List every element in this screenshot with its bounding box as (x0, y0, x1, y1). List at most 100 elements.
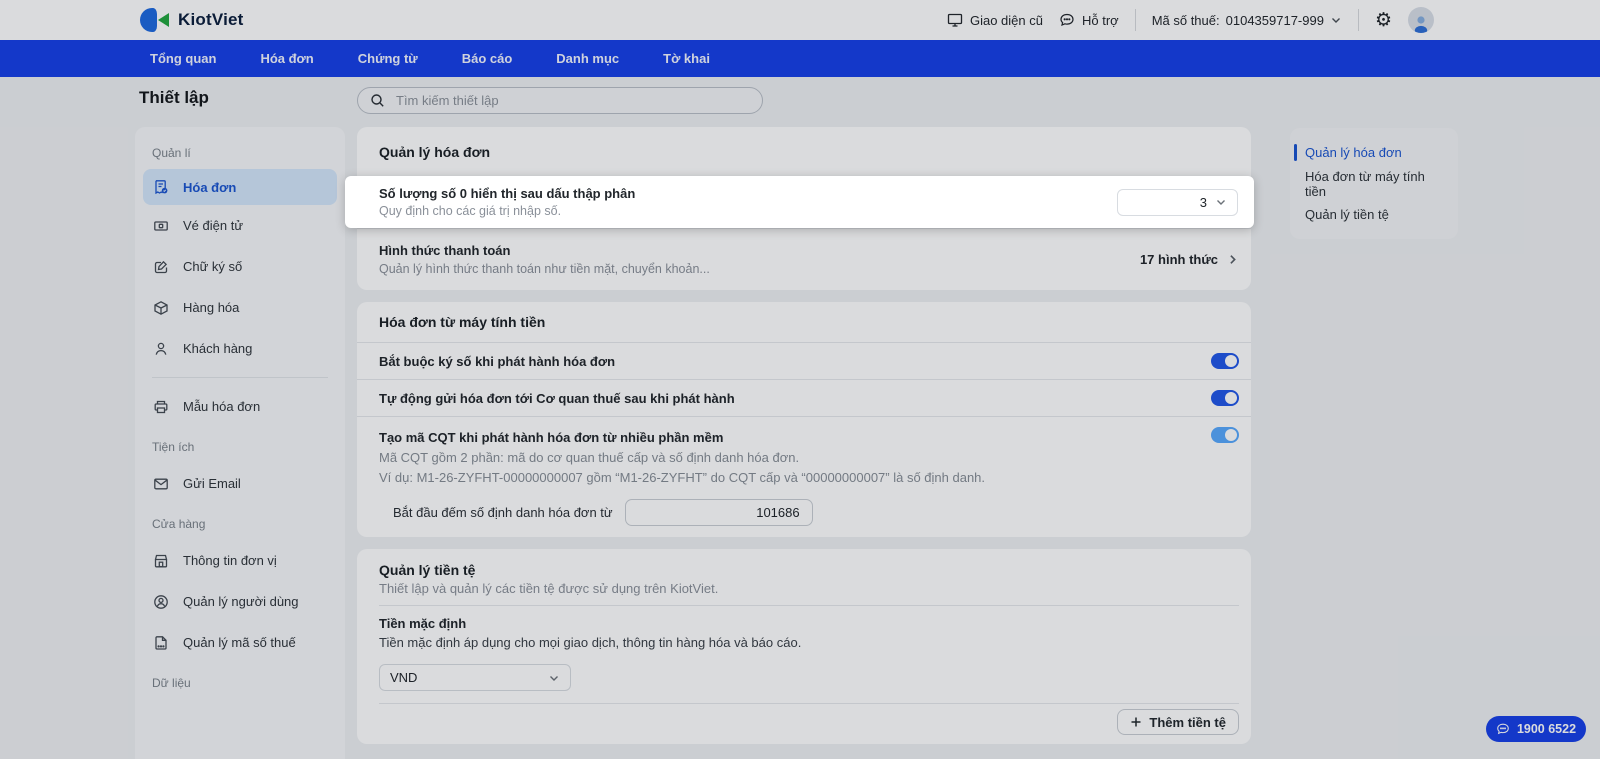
store-icon (152, 552, 169, 569)
avatar[interactable] (1408, 7, 1434, 33)
nav-tab-chung-tu[interactable]: Chứng từ (358, 51, 418, 66)
section-title-pos-invoice: Hóa đơn từ máy tính tiền (379, 314, 546, 330)
cqt-code-row: Tạo mã CQT khi phát hành hóa đơn từ nhiề… (357, 416, 1251, 526)
chevron-right-icon (1226, 253, 1239, 266)
sidebar-item-hang-hoa[interactable]: Hàng hóa (135, 287, 345, 328)
person-icon (152, 340, 169, 357)
box-icon (152, 299, 169, 316)
section-toc: Quản lý hóa đơn Hóa đơn từ máy tính tiền… (1290, 128, 1458, 239)
auto-send-tax-title: Tự động gửi hóa đơn tới Cơ quan thuế sau… (379, 390, 735, 406)
counter-start-input[interactable] (624, 499, 813, 526)
user-circle-icon (152, 593, 169, 610)
sidebar-section-du-lieu: Dữ liệu (152, 676, 191, 690)
divider (1134, 9, 1136, 31)
topbar: KiotViet Giao diện cũ Hỗ trợ Mã số thuế:… (0, 0, 1600, 40)
toc-item-currency[interactable]: Quản lý tiền tệ (1290, 199, 1458, 230)
sidebar-section-tien-ich: Tiện ích (152, 440, 195, 454)
require-signature-row: Bắt buộc ký số khi phát hành hóa đơn (357, 342, 1251, 379)
chevron-down-icon (1330, 14, 1342, 26)
invoice-icon (152, 179, 169, 196)
chevron-down-icon (548, 672, 560, 684)
sidebar-item-label: Khách hàng (183, 341, 253, 356)
cqt-code-title: Tạo mã CQT khi phát hành hóa đơn từ nhiề… (379, 430, 724, 445)
document-icon (152, 634, 169, 651)
decimal-digits-value: 3 (1199, 194, 1207, 210)
toc-item-pos-invoice[interactable]: Hóa đơn từ máy tính tiền (1290, 168, 1458, 199)
section-title-invoice-management: Quản lý hóa đơn (379, 143, 491, 160)
sidebar-item-label: Mẫu hóa đơn (183, 399, 261, 414)
chat-icon (1496, 722, 1510, 736)
decimal-digits-subtitle: Quy định cho các giá trị nhập số. (379, 204, 562, 218)
toc-item-label: Quản lý hóa đơn (1305, 145, 1402, 160)
add-currency-button[interactable]: Thêm tiền tệ (1117, 709, 1239, 735)
gear-icon[interactable]: ⚙ (1375, 11, 1392, 30)
sidebar-item-thong-tin-don-vi[interactable]: Thông tin đơn vị (135, 540, 345, 581)
sidebar-item-gui-email[interactable]: Gửi Email (135, 463, 345, 504)
sidebar-item-label: Thông tin đơn vị (183, 553, 277, 568)
sidebar-item-quan-ly-nguoi-dung[interactable]: Quản lý người dùng (135, 581, 345, 622)
ticket-icon (152, 217, 169, 234)
brand-name: KiotViet (178, 10, 244, 29)
monitor-icon (947, 12, 963, 28)
payment-methods-subtitle: Quản lý hình thức thanh toán như tiền mặ… (379, 262, 710, 276)
require-signature-toggle[interactable] (1211, 353, 1239, 369)
mail-icon (152, 475, 169, 492)
sidebar-item-chu-ky-so[interactable]: Chữ ký số (135, 246, 345, 287)
auto-send-tax-toggle[interactable] (1211, 390, 1239, 406)
cqt-code-toggle[interactable] (1211, 427, 1239, 443)
sidebar-item-ve-dien-tu[interactable]: Vé điện tử (135, 205, 345, 246)
default-currency-value: VND (390, 670, 418, 685)
search-icon (370, 93, 385, 108)
nav-tab-to-khai[interactable]: Tờ khai (663, 51, 710, 66)
toc-item-invoice-management[interactable]: Quản lý hóa đơn (1290, 137, 1458, 168)
tax-code-dropdown[interactable]: Mã số thuế: 0104359717-999 (1152, 13, 1342, 28)
add-currency-label: Thêm tiền tệ (1149, 714, 1226, 730)
sidebar-item-label: Quản lý mã số thuế (183, 635, 296, 650)
currency-management-card: Quản lý tiền tệ Thiết lập và quản lý các… (357, 549, 1251, 744)
search-input[interactable] (394, 92, 750, 109)
settings-search[interactable] (357, 87, 763, 114)
main-navbar: Tổng quan Hóa đơn Chứng từ Báo cáo Danh … (0, 40, 1600, 77)
toc-item-label: Hóa đơn từ máy tính tiền (1305, 168, 1425, 199)
help-label: Hỗ trợ (1081, 12, 1119, 28)
currency-section-subtitle: Thiết lập và quản lý các tiền tệ được sử… (379, 580, 719, 596)
brand-logo[interactable]: KiotViet (140, 7, 244, 33)
decimal-digits-title: Số lượng số 0 hiển thị sau dấu thập phân (379, 186, 636, 201)
sidebar-item-mau-hoa-don[interactable]: Mẫu hóa đơn (135, 386, 345, 427)
payment-methods-count: 17 hình thức (1139, 252, 1218, 267)
pos-invoice-card: Hóa đơn từ máy tính tiền Bắt buộc ký số … (357, 302, 1251, 537)
support-hotline-button[interactable]: 1900 6522 (1486, 716, 1586, 742)
default-currency-desc: Tiền mặc định áp dụng cho mọi giao dịch,… (379, 634, 802, 650)
sidebar-section-cua-hang: Cửa hàng (152, 517, 206, 531)
sidebar-item-label: Hàng hóa (183, 300, 240, 315)
sidebar-item-label: Gửi Email (183, 476, 241, 491)
require-signature-title: Bắt buộc ký số khi phát hành hóa đơn (379, 353, 616, 369)
cqt-desc-line1: Mã CQT gồm 2 phần: mã do cơ quan thuế cấ… (379, 449, 800, 465)
sidebar-item-label: Chữ ký số (183, 259, 243, 274)
sidebar-item-hoa-don[interactable]: Hóa đơn (143, 169, 337, 205)
nav-tab-hoa-don[interactable]: Hóa đơn (260, 51, 313, 66)
nav-tab-danh-muc[interactable]: Danh mục (556, 51, 619, 66)
sidebar-item-label: Vé điện tử (183, 218, 244, 233)
old-interface-link[interactable]: Giao diện cũ (947, 12, 1043, 28)
kiotviet-logo-icon (140, 7, 170, 33)
decimal-digits-select[interactable]: 3 (1117, 188, 1238, 216)
counter-start-label: Bắt đầu đếm số định danh hóa đơn từ (393, 505, 613, 520)
help-link[interactable]: Hỗ trợ (1059, 12, 1119, 28)
sidebar-item-quan-ly-ma-so-thue[interactable]: Quản lý mã số thuế (135, 622, 345, 663)
tax-code-label: Mã số thuế: (1151, 12, 1220, 28)
sidebar-item-label: Quản lý người dùng (183, 594, 299, 609)
settings-sidebar: Quản lí Hóa đơn Vé điện tử Chữ ký số Hàn… (135, 127, 345, 759)
sidebar-section-quan-li: Quản lí (152, 146, 191, 160)
chevron-down-icon (1215, 196, 1227, 208)
sidebar-item-khach-hang[interactable]: Khách hàng (135, 328, 345, 369)
nav-tab-tong-quan[interactable]: Tổng quan (150, 51, 216, 66)
section-title-currency: Quản lý tiền tệ (379, 562, 476, 578)
divider (1357, 9, 1359, 31)
nav-tab-bao-cao[interactable]: Báo cáo (462, 51, 513, 66)
sidebar-item-label: Hóa đơn (183, 179, 237, 195)
default-currency-select[interactable]: VND (379, 664, 571, 691)
payment-methods-row[interactable]: Hình thức thanh toán Quản lý hình thức t… (357, 228, 1251, 290)
printer-icon (152, 398, 169, 415)
signature-icon (152, 258, 169, 275)
